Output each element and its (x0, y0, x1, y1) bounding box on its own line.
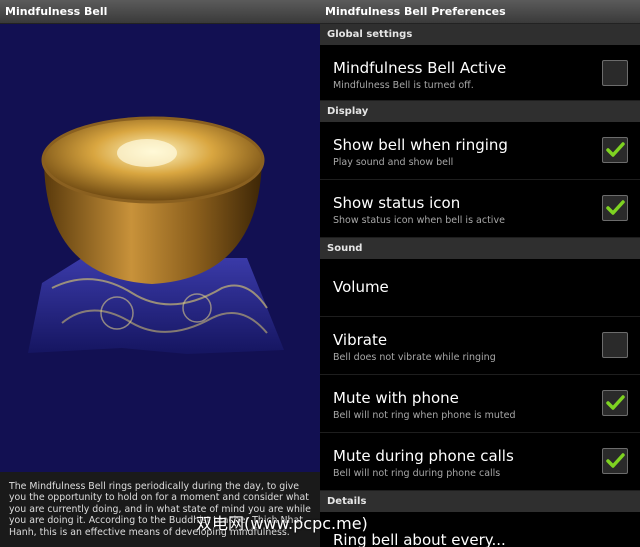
pref-title: Vibrate (333, 331, 388, 349)
watermark-text: 双电网(www.pcpc.me) (196, 514, 368, 533)
pref-title: Show bell when ringing (333, 136, 508, 154)
category-global-settings: Global settings (320, 24, 640, 45)
mute-during-calls-checkbox[interactable] (602, 448, 628, 474)
pref-summary: Bell does not vibrate while ringing (333, 352, 496, 363)
preferences-title-bar: Mindfulness Bell Preferences (320, 0, 640, 24)
main-screen: Mindfulness Bell The Mindfulness Bell ri… (0, 0, 320, 547)
check-icon (606, 453, 625, 468)
pref-volume[interactable]: Volume (320, 259, 640, 317)
category-sound: Sound (320, 238, 640, 259)
category-details: Details (320, 491, 640, 512)
preferences-screen: Mindfulness Bell Preferences Global sett… (320, 0, 640, 547)
check-icon (606, 142, 625, 157)
pref-mute-during-calls[interactable]: Mute during phone calls Bell will not ri… (320, 433, 640, 491)
vibrate-checkbox[interactable] (602, 332, 628, 358)
pref-summary: Show status icon when bell is active (333, 215, 505, 226)
status-icon-checkbox[interactable] (602, 195, 628, 221)
pref-ring-every[interactable]: Ring bell about every... (320, 512, 640, 547)
pref-status-icon[interactable]: Show status icon Show status icon when b… (320, 180, 640, 238)
category-display: Display (320, 101, 640, 122)
pref-mute-with-phone[interactable]: Mute with phone Bell will not ring when … (320, 375, 640, 433)
pref-summary: Bell will not ring when phone is muted (333, 410, 516, 421)
pref-title: Mute with phone (333, 389, 459, 407)
singing-bowl-image (28, 116, 284, 354)
app-title-bar: Mindfulness Bell (0, 0, 320, 24)
pref-summary: Play sound and show bell (333, 157, 454, 168)
pref-title: Mute during phone calls (333, 447, 514, 465)
bell-active-checkbox[interactable] (602, 60, 628, 86)
show-bell-checkbox[interactable] (602, 137, 628, 163)
mute-with-phone-checkbox[interactable] (602, 390, 628, 416)
check-icon (606, 395, 625, 410)
check-icon (606, 200, 625, 215)
pref-title: Show status icon (333, 194, 461, 212)
pref-show-bell[interactable]: Show bell when ringing Play sound and sh… (320, 122, 640, 180)
pref-bell-active[interactable]: Mindfulness Bell Active Mindfulness Bell… (320, 45, 640, 101)
pref-title: Volume (333, 278, 389, 296)
pref-title: Mindfulness Bell Active (333, 59, 507, 77)
pref-summary: Mindfulness Bell is turned off. (333, 80, 474, 91)
pref-summary: Bell will not ring during phone calls (333, 468, 501, 479)
pref-vibrate[interactable]: Vibrate Bell does not vibrate while ring… (320, 317, 640, 375)
